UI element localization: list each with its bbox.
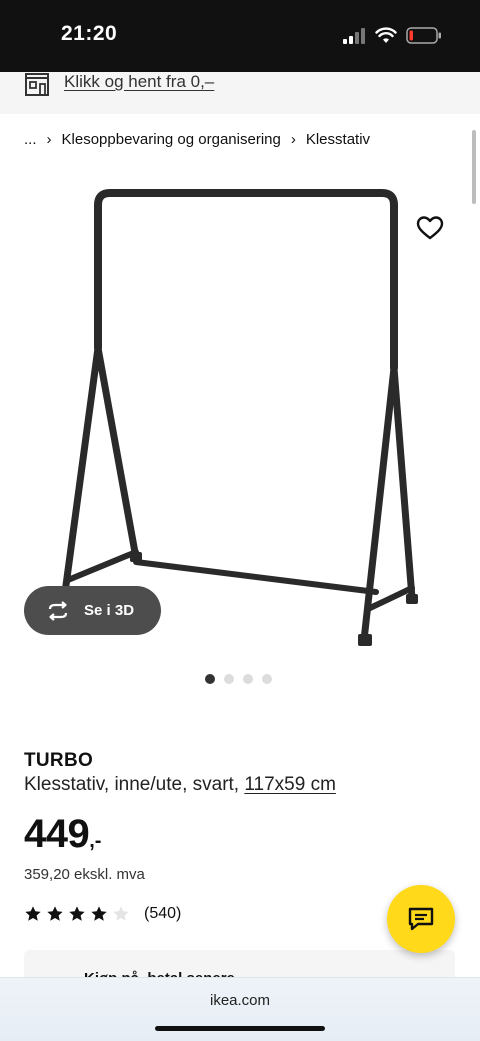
product-rating[interactable]: (540) <box>24 905 181 923</box>
click-and-collect-link[interactable]: Klikk og hent fra 0,– <box>64 72 214 92</box>
chat-button[interactable] <box>387 885 455 953</box>
image-carousel-dots <box>205 674 272 684</box>
price-amount: 449 <box>24 812 90 856</box>
wifi-icon <box>375 27 397 43</box>
chat-icon <box>408 907 434 931</box>
star-filled-icon <box>91 906 107 921</box>
scrollbar[interactable] <box>472 130 476 204</box>
star-filled-icon <box>69 906 85 921</box>
carousel-dot[interactable] <box>224 674 234 684</box>
product-name: TURBO <box>24 750 94 771</box>
rating-count: (540) <box>144 905 182 922</box>
view-in-3d-button[interactable]: Se i 3D <box>24 586 161 635</box>
price-excl-vat: 359,20 ekskl. mva <box>24 866 145 883</box>
chevron-right-icon: › <box>46 131 52 148</box>
breadcrumb-ellipsis[interactable]: ... <box>24 131 37 148</box>
carousel-dot[interactable] <box>205 674 215 684</box>
pickup-banner[interactable]: Klikk og hent fra 0,– <box>0 72 480 114</box>
product-dimensions-link[interactable]: 117x59 cm <box>244 774 336 795</box>
url-text[interactable]: ikea.com <box>0 992 480 1009</box>
heart-icon[interactable] <box>416 215 444 241</box>
carousel-dot[interactable] <box>262 674 272 684</box>
browser-url-bar[interactable]: ikea.com <box>0 977 480 1041</box>
rotate-3d-icon <box>48 600 68 621</box>
status-time: 21:20 <box>61 22 118 45</box>
star-empty-icon <box>113 906 129 921</box>
store-icon <box>25 73 49 96</box>
carousel-dot[interactable] <box>243 674 253 684</box>
product-description-text: Klesstativ, inne/ute, svart, <box>24 774 240 795</box>
breadcrumb-item-clothes-rack[interactable]: Klesstativ <box>306 131 370 148</box>
star-filled-icon <box>25 906 41 921</box>
breadcrumb-item-clothes-storage[interactable]: Klesoppbevaring og organisering <box>62 131 281 148</box>
product-description: Klesstativ, inne/ute, svart, 117x59 cm <box>24 774 336 796</box>
status-bar: 21:20 <box>0 0 480 72</box>
product-price: 449,- <box>24 812 101 857</box>
chevron-right-icon: › <box>290 131 296 148</box>
battery-low-icon <box>406 27 441 44</box>
star-filled-icon <box>47 906 63 921</box>
signal-icon <box>343 28 365 44</box>
price-suffix: ,- <box>89 830 102 852</box>
view-in-3d-label: Se i 3D <box>84 602 135 619</box>
breadcrumb: ... › Klesoppbevaring og organisering › … <box>24 131 370 148</box>
home-indicator[interactable] <box>155 1026 325 1031</box>
